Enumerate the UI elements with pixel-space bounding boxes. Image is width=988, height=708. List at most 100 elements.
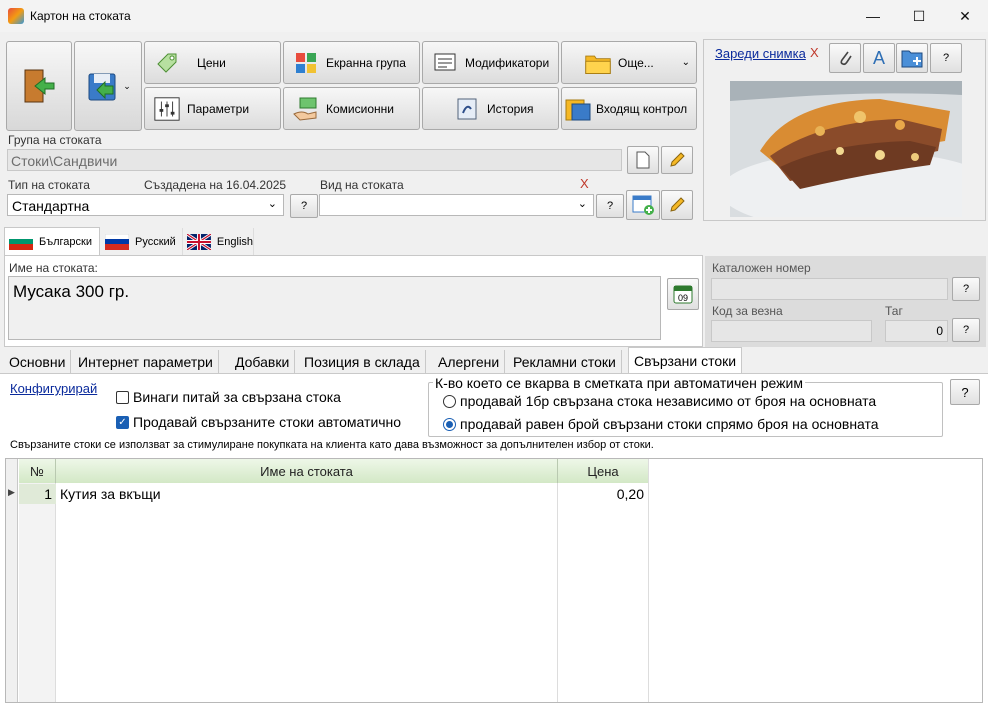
radio-equal-count[interactable]: продавай равен брой свързани стоки спрям… xyxy=(443,416,879,432)
save-button[interactable]: ⌄ xyxy=(74,41,142,131)
column-header-number[interactable]: № xyxy=(19,459,56,483)
russia-flag-icon xyxy=(105,234,129,250)
auto-mode-title: К-во което се вкарва в сметката при авто… xyxy=(433,375,805,391)
image-help-button[interactable]: ? xyxy=(930,43,962,73)
column-header-price[interactable]: Цена xyxy=(558,459,649,483)
lang-tab-bulgarian[interactable]: Български xyxy=(4,227,100,255)
remove-image[interactable]: X xyxy=(810,45,819,60)
paperclip-icon xyxy=(840,51,852,66)
kind-remove[interactable]: X xyxy=(580,176,589,191)
app-icon xyxy=(8,8,24,24)
sell-auto-checkbox[interactable]: ✓ Продавай свързаните стоки автоматично xyxy=(116,414,401,430)
radio-circle xyxy=(443,394,456,408)
text-button[interactable]: A xyxy=(863,43,895,73)
tab-related[interactable]: Свързани стоки xyxy=(628,347,743,374)
load-image-link[interactable]: Зареди снимка xyxy=(715,46,806,61)
chevron-down-icon: ⌄ xyxy=(681,57,690,68)
kind-select[interactable]: ⌄ xyxy=(319,194,594,216)
chevron-down-icon[interactable]: ⌄ xyxy=(123,81,131,92)
folder-add-icon xyxy=(901,50,923,68)
exit-door-icon xyxy=(24,69,55,103)
money-hand-icon xyxy=(292,96,320,122)
type-help-button[interactable]: ? xyxy=(290,194,318,218)
scale-code-field xyxy=(711,320,872,342)
minimize-button[interactable]: — xyxy=(850,0,896,32)
window-add-icon xyxy=(632,195,654,215)
uk-flag-icon xyxy=(187,234,211,250)
catalog-field xyxy=(711,278,948,300)
edit-kind-button[interactable] xyxy=(661,190,693,220)
radio-one-per-item[interactable]: продавай 1бр свързана стока независимо о… xyxy=(443,393,876,409)
add-kind-button[interactable] xyxy=(626,190,660,220)
pencil-icon xyxy=(670,152,685,167)
tab-ads[interactable]: Рекламни стоки xyxy=(508,350,622,374)
windows-grid-icon xyxy=(292,50,320,76)
history-icon xyxy=(453,96,481,122)
tab-internet[interactable]: Интернет параметри xyxy=(73,350,219,374)
tag-help-button[interactable]: ? xyxy=(952,318,980,342)
type-label: Тип на стоката xyxy=(8,178,90,192)
tag-field: 0 xyxy=(885,320,948,342)
row-name: Кутия за вкъщи xyxy=(60,486,161,502)
calendar-button[interactable]: 09 xyxy=(667,278,699,310)
more-button[interactable]: Още... ⌄ xyxy=(561,41,697,84)
edit-group-button[interactable] xyxy=(661,146,693,174)
svg-text:09: 09 xyxy=(678,293,688,303)
related-info-text: Свързаните стоки се използват за стимули… xyxy=(10,439,654,451)
chevron-down-icon: ⌄ xyxy=(577,198,587,210)
folder-icon xyxy=(584,50,612,76)
tab-addons[interactable]: Добавки xyxy=(230,350,296,374)
window-title: Картон на стоката xyxy=(30,9,131,23)
name-label: Име на стоката: xyxy=(9,261,98,275)
history-button[interactable]: История xyxy=(422,87,559,130)
tab-allergens[interactable]: Алергени xyxy=(433,350,506,374)
save-icon xyxy=(88,73,116,101)
check-icon: ✓ xyxy=(116,415,129,429)
group-field: Стоки\Сандвичи xyxy=(7,149,622,171)
row-number: 1 xyxy=(19,484,56,504)
new-group-button[interactable] xyxy=(627,146,659,174)
table-row[interactable]: ▶ 1 Кутия за вкъщи 0,20 xyxy=(6,484,649,504)
price-tag-icon xyxy=(153,50,181,76)
letter-a-icon: A xyxy=(872,47,885,68)
number-column xyxy=(19,483,56,702)
close-button[interactable]: ✕ xyxy=(942,0,988,32)
modifiers-button[interactable]: Модификатори xyxy=(422,41,559,84)
lang-tab-russian[interactable]: Русский xyxy=(101,228,181,256)
attach-button[interactable] xyxy=(829,43,861,73)
current-row-arrow-icon: ▶ xyxy=(8,487,15,497)
related-help-button[interactable]: ? xyxy=(950,379,980,405)
row-price: 0,20 xyxy=(616,486,644,502)
incoming-control-button[interactable]: Входящ контрол xyxy=(561,87,697,130)
configure-link[interactable]: Конфигурирай xyxy=(10,381,97,396)
pencil-icon xyxy=(670,197,685,212)
always-ask-checkbox[interactable]: Винаги питай за свързана стока xyxy=(116,389,341,405)
books-icon xyxy=(564,96,592,122)
kind-label: Вид на стоката xyxy=(320,178,404,192)
product-image xyxy=(730,81,962,217)
catalog-label: Каталожен номер xyxy=(712,261,811,275)
prices-button[interactable]: Цени xyxy=(144,41,281,84)
parameters-button[interactable]: Параметри xyxy=(144,87,281,130)
tab-basic[interactable]: Основни xyxy=(4,350,72,374)
radio-circle-selected xyxy=(443,417,456,431)
type-select[interactable]: Стандартна ⌄ xyxy=(7,194,284,216)
title-bar: Картон на стоката — ☐ ✕ xyxy=(0,0,988,32)
commissions-button[interactable]: Комисионни xyxy=(283,87,420,130)
modifiers-icon xyxy=(431,50,459,76)
add-image-button[interactable] xyxy=(896,43,928,73)
name-input[interactable]: Мусака 300 гр. xyxy=(8,276,661,340)
calendar-icon: 09 xyxy=(673,285,693,304)
exit-button[interactable] xyxy=(6,41,72,131)
document-icon xyxy=(636,151,650,169)
catalog-help-button[interactable]: ? xyxy=(952,277,980,301)
kind-help-button[interactable]: ? xyxy=(596,194,624,218)
chevron-down-icon: ⌄ xyxy=(267,198,277,210)
scale-code-label: Код за везна xyxy=(712,304,783,318)
column-header-name[interactable]: Име на стоката xyxy=(56,459,558,483)
maximize-button[interactable]: ☐ xyxy=(896,0,942,32)
lang-tab-english[interactable]: English xyxy=(182,228,254,256)
tab-warehouse[interactable]: Позиция в склада xyxy=(299,350,426,374)
screen-group-button[interactable]: Екранна група xyxy=(283,41,420,84)
created-date: Създадена на 16.04.2025 xyxy=(144,178,287,192)
